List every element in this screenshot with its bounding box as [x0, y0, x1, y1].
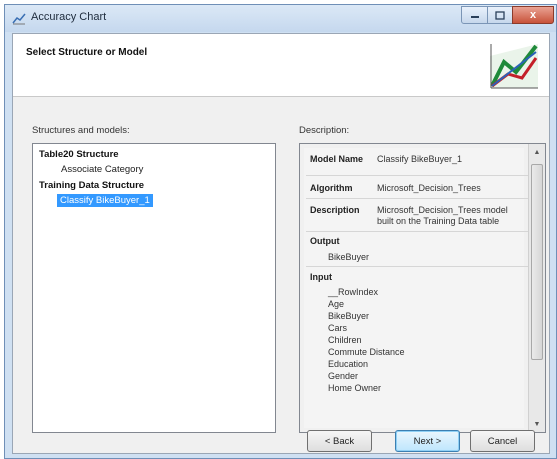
- input-item: BikeBuyer: [328, 311, 370, 321]
- input-item: __RowIndex: [328, 287, 379, 297]
- close-button[interactable]: x: [512, 6, 554, 24]
- structure-tree[interactable]: Table20 Structure Associate Category Tra…: [32, 143, 276, 433]
- cancel-button[interactable]: Cancel: [470, 430, 535, 452]
- description-label: Description:: [299, 125, 350, 136]
- description-field-value-line2: built on the Training Data table: [377, 216, 500, 226]
- algorithm-label: Algorithm: [310, 183, 353, 193]
- minimize-icon: [470, 16, 479, 18]
- input-label: Input: [310, 272, 332, 282]
- input-item: Home Owner: [328, 383, 382, 393]
- structures-label: Structures and models:: [32, 125, 130, 136]
- input-item: Children: [328, 335, 362, 345]
- divider: [306, 231, 528, 232]
- page-title: Select Structure or Model: [26, 47, 148, 58]
- description-field-label: Description: [310, 205, 360, 215]
- description-field-value-line1: Microsoft_Decision_Trees model: [377, 205, 508, 215]
- description-panel: Model Name Classify BikeBuyer_1 Algorith…: [299, 143, 546, 433]
- dialog-window: Accuracy Chart x Select Structure or Mod…: [4, 4, 557, 459]
- wizard-header: Select Structure or Model: [13, 34, 549, 97]
- accuracy-chart-logo-icon: [490, 44, 538, 89]
- tree-node-table20-structure[interactable]: Table20 Structure: [39, 149, 119, 160]
- input-item: Gender: [328, 371, 359, 381]
- back-button[interactable]: < Back: [307, 430, 372, 452]
- model-name-value: Classify BikeBuyer_1: [377, 154, 463, 164]
- input-item: Education: [328, 359, 369, 369]
- maximize-button[interactable]: [487, 6, 513, 24]
- wizard-body: Select Structure or Model Structures and…: [12, 33, 550, 454]
- tree-node-training-data-structure[interactable]: Training Data Structure: [39, 180, 144, 191]
- input-item: Age: [328, 299, 345, 309]
- algorithm-value: Microsoft_Decision_Trees: [377, 183, 481, 193]
- output-value: BikeBuyer: [328, 252, 370, 262]
- divider: [306, 175, 528, 176]
- input-item: Cars: [328, 323, 348, 333]
- scroll-up-icon[interactable]: ▲: [529, 144, 545, 160]
- divider: [306, 266, 528, 267]
- minimize-button[interactable]: [461, 6, 488, 24]
- close-icon: x: [529, 9, 537, 21]
- window-title: Accuracy Chart: [31, 11, 107, 23]
- output-label: Output: [310, 236, 340, 246]
- accuracy-chart-icon: [12, 13, 26, 25]
- input-item: Commute Distance: [328, 347, 405, 357]
- tree-node-classify-bikebuyer[interactable]: Classify BikeBuyer_1: [57, 194, 153, 207]
- description-scrollbar[interactable]: ▲ ▼: [528, 144, 545, 432]
- next-button[interactable]: Next >: [395, 430, 460, 452]
- model-name-label: Model Name: [310, 154, 364, 164]
- title-bar[interactable]: Accuracy Chart x: [5, 5, 556, 32]
- tree-node-associate-category[interactable]: Associate Category: [61, 164, 143, 175]
- divider: [306, 198, 528, 199]
- description-content: Model Name Classify BikeBuyer_1 Algorith…: [304, 148, 528, 428]
- maximize-icon: [495, 10, 505, 20]
- scrollbar-thumb[interactable]: [531, 164, 543, 360]
